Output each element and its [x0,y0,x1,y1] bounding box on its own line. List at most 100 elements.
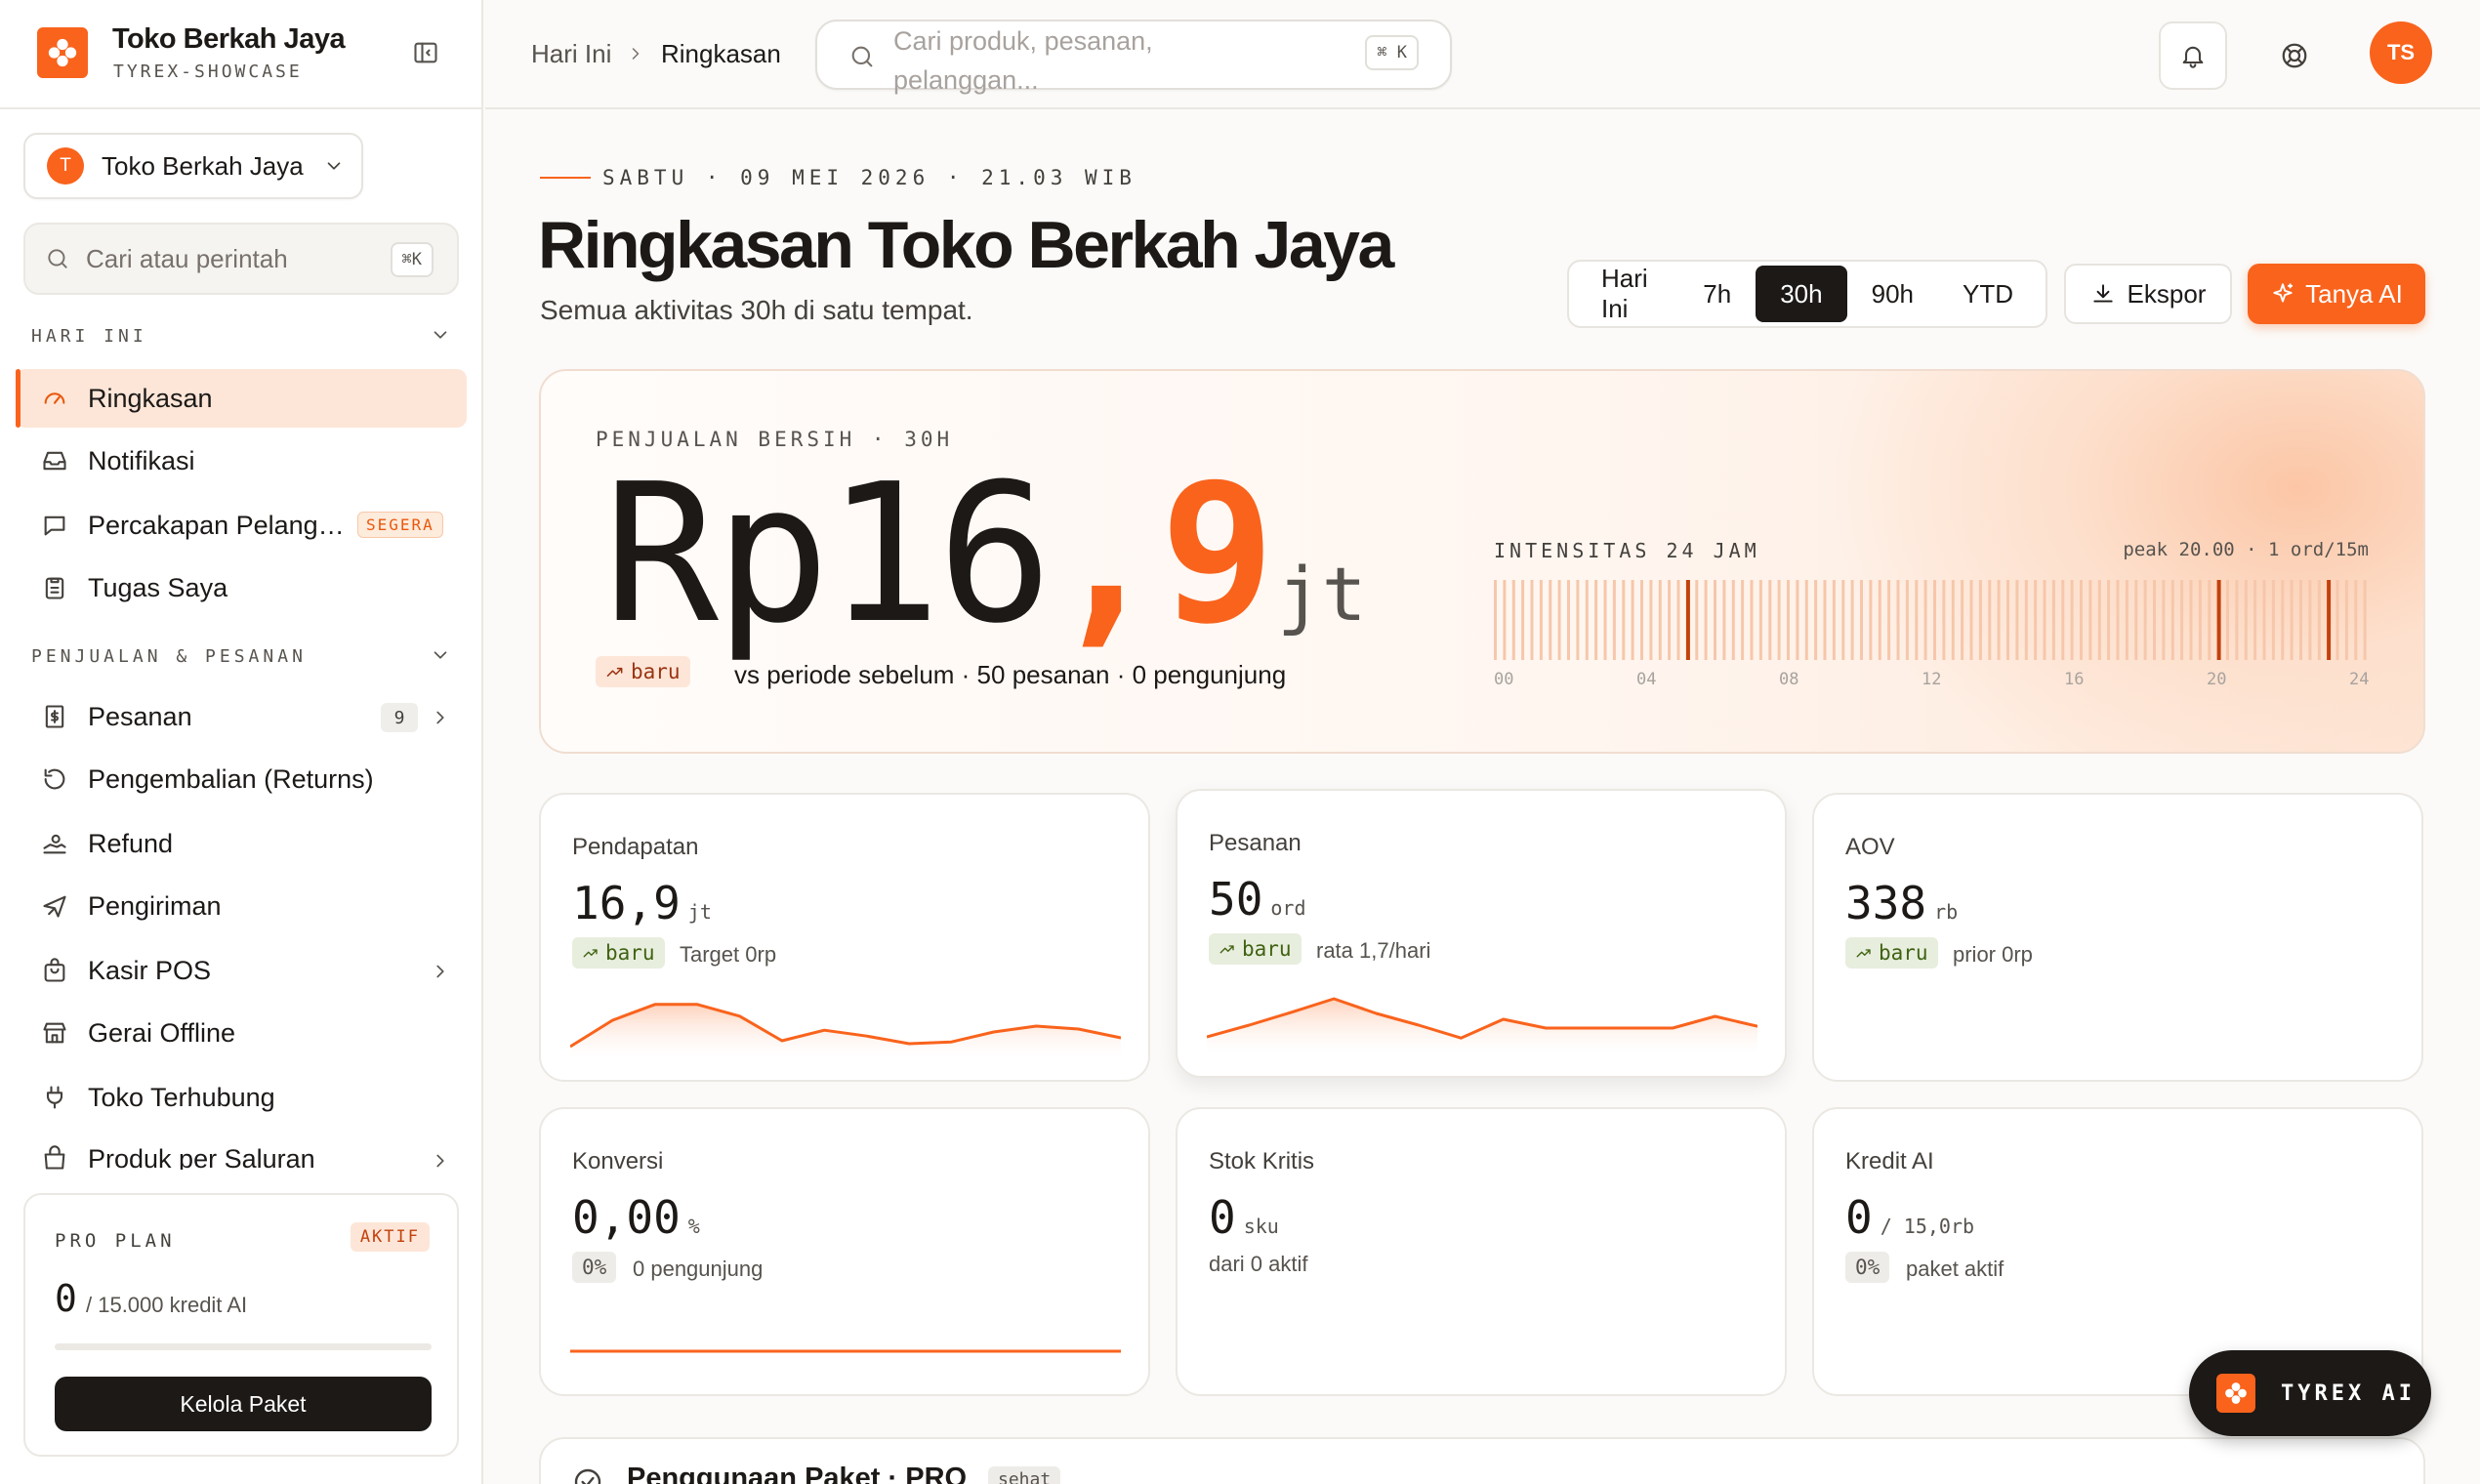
trend-label: baru [1242,937,1292,961]
kpi-unit: jt [687,900,712,924]
trend-badge: baru [1845,937,1938,969]
sidebar-item-pesanan[interactable]: Pesanan 9 [16,687,467,746]
export-button[interactable]: Ekspor [2064,264,2232,324]
receipt-icon [41,703,68,730]
intensity-slot [1585,580,1589,660]
chevron-down-icon [430,644,451,666]
percent-badge: 0% [1845,1252,1890,1283]
kpi-value-number: 338 [1845,877,1927,929]
intensity-slot [1567,580,1570,660]
trend-label: baru [1879,941,1928,965]
ask-ai-button[interactable]: Tanya AI [2248,264,2425,324]
intensity-slot [1796,580,1799,660]
health-badge: sehat [988,1466,1061,1484]
range-ytd[interactable]: YTD [1938,266,2038,322]
intensity-slot [1988,580,1992,660]
intensity-slot [2070,580,2074,660]
intensity-slot [2162,580,2166,660]
kpi-sub: prior 0rp [1953,942,2033,967]
intensity-slot [1503,580,1507,660]
shop-icon [41,1144,68,1170]
breadcrumb-hari-ini[interactable]: Hari Ini [531,39,611,69]
intensity-slot [1896,580,1900,660]
soon-badge: SEGERA [357,512,443,538]
intensity-slot [1933,580,1936,660]
intensity-slot [1722,580,1726,660]
breadcrumb-current: Ringkasan [661,39,781,68]
sidebar-item-kasir-pos[interactable]: Kasir POS [16,941,467,1000]
store-icon [41,1019,68,1047]
store-avatar: T [47,147,84,185]
store-selector[interactable]: T Toko Berkah Jaya [23,133,363,199]
kpi-card-pesanan[interactable]: Pesanan 50 ord baru rata 1,7/hari [1176,789,1787,1078]
range-30h[interactable]: 30h [1756,266,1847,322]
trend-up-icon [1219,940,1242,958]
sidebar-item-pengembalian[interactable]: Pengembalian (Returns) [16,750,467,808]
sidebar-search-shortcut: ⌘K [390,242,434,277]
brand-logo[interactable] [37,27,88,78]
intensity-tick: 20 [2207,670,2227,689]
kpi-card-aov[interactable]: AOV 338 rb baru prior 0rp [1812,793,2423,1082]
notifications-button[interactable] [2159,21,2227,90]
sidebar-item-toko-terhubung[interactable]: Toko Terhubung [16,1068,467,1127]
section-hari-ini[interactable]: HARI INI [31,326,451,347]
global-search-placeholder: Cari produk, pesanan, pelanggan... [893,26,1153,95]
intensity-slot [1860,580,1863,660]
intensity-slot [1942,580,1946,660]
section-penjualan[interactable]: PENJUALAN & PESANAN [31,646,451,667]
user-avatar[interactable]: TS [2370,21,2432,84]
kpi-card-stok-kritis[interactable]: Stok Kritis 0 sku dari 0 aktif [1176,1107,1787,1396]
revenue-sparkline [570,1003,1121,1058]
sidebar-item-produk-saluran[interactable]: Produk per Saluran [16,1131,467,1170]
tyrex-ai-button[interactable]: TYREX AI [2189,1350,2431,1436]
sidebar-item-pengiriman[interactable]: Pengiriman [16,877,467,935]
brand-name: Toko Berkah Jaya [112,23,346,55]
undo-icon [41,765,68,793]
range-selector: Hari Ini 7h 30h 90h YTD [1567,260,2047,328]
tyrex-ai-label: TYREX AI [2281,1381,2416,1406]
brand-subtitle: TYREX-SHOWCASE [113,62,303,82]
global-search-input[interactable]: Cari produk, pesanan, pelanggan... ⌘ K [815,20,1452,95]
range-hari-ini[interactable]: Hari Ini [1577,264,1678,323]
export-label: Ekspor [2127,278,2207,309]
kpi-label: Pesanan [1209,830,1302,856]
sidebar-item-percakapan[interactable]: Percakapan Pelang… SEGERA [16,496,467,555]
kpi-card-pendapatan[interactable]: Pendapatan 16,9 jt baru Target 0rp [539,793,1150,1082]
intensity-slot [2226,580,2229,660]
sidebar-item-tugas-saya[interactable]: Tugas Saya [16,558,467,617]
intensity-slot [1997,580,2001,660]
sidebar-search[interactable]: Cari atau perintah ⌘K [23,223,459,295]
intensity-slot [2015,580,2019,660]
intensity-slot [2034,580,2038,660]
conversion-flatline [570,1349,1121,1353]
kpi-card-konversi[interactable]: Konversi 0,00% 0% 0 pengunjung [539,1107,1150,1396]
chevron-down-icon [430,324,451,346]
kpi-value: 0,00% [572,1191,700,1244]
intensity-tick: 04 [1636,670,1657,689]
intensity-slot [2281,580,2285,660]
intensity-slot [2061,580,2065,660]
help-button[interactable] [2260,21,2329,90]
range-7h[interactable]: 7h [1678,266,1756,322]
bag-icon [41,957,68,984]
sidebar-item-notifikasi[interactable]: Notifikasi [16,432,467,490]
intensity-slot [2125,580,2129,660]
intensity-slot [1787,580,1790,660]
chevron-right-icon [430,1150,451,1170]
sidebar-item-ringkasan[interactable]: Ringkasan [16,369,467,428]
intensity-slot [1539,580,1543,660]
sidebar-collapse-icon[interactable] [412,39,439,66]
intensity-slot [1887,580,1891,660]
range-90h[interactable]: 90h [1847,266,1938,322]
kpi-value: 0 sku [1209,1191,1279,1244]
manage-plan-button[interactable]: Kelola Paket [55,1377,432,1431]
trend-up-icon [582,944,605,962]
intensity-slot [1823,580,1827,660]
sidebar-item-refund[interactable]: Refund [16,814,467,873]
count-badge: 9 [381,703,418,732]
chevron-right-icon [430,707,451,728]
intensity-slot [1850,580,1854,660]
sidebar-item-gerai-offline[interactable]: Gerai Offline [16,1004,467,1062]
intensity-slot [1676,580,1680,660]
intensity-slot [2344,580,2348,660]
